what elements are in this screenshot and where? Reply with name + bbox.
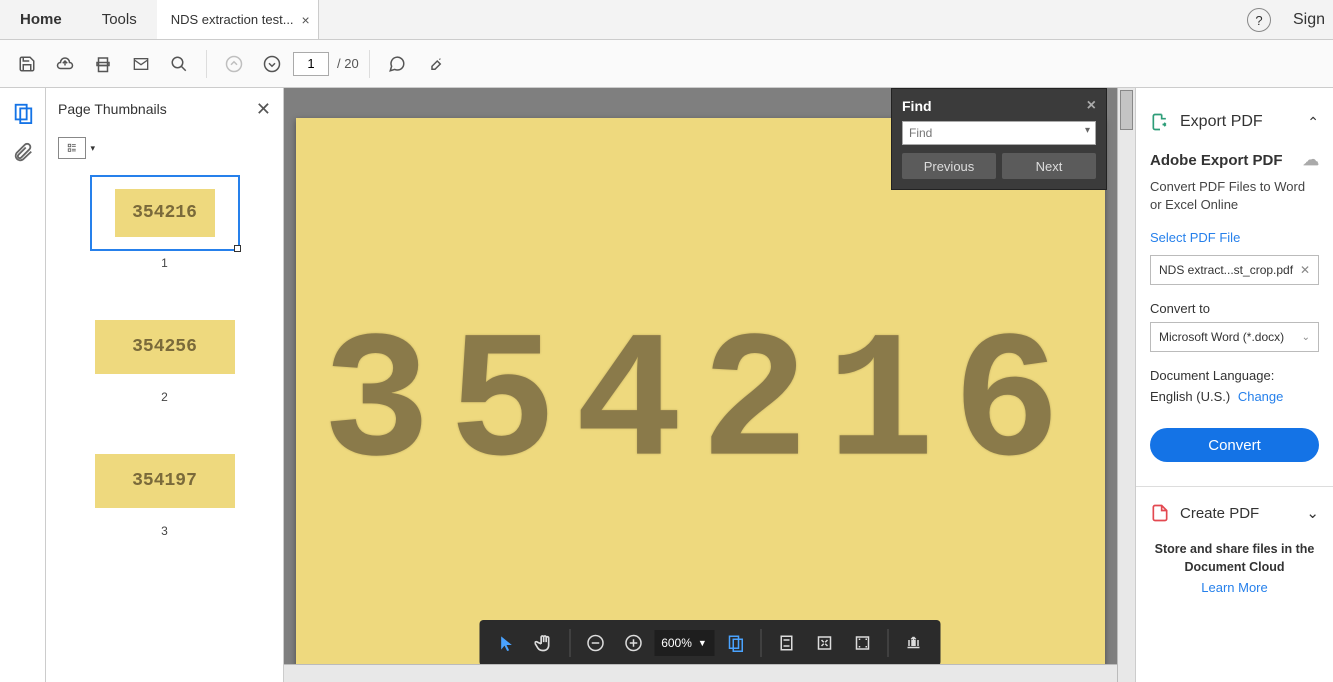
help-icon[interactable]: ? <box>1247 8 1271 32</box>
select-tool-icon[interactable] <box>489 626 523 660</box>
thumbnail-content: 354256 <box>95 320 235 374</box>
tab-document[interactable]: NDS extraction test... × <box>157 0 319 39</box>
thumbnail-number: 1 <box>161 256 168 270</box>
close-find-icon[interactable]: × <box>1087 97 1096 115</box>
tab-document-label: NDS extraction test... <box>171 12 294 27</box>
document-language-value: English (U.S.) <box>1150 389 1230 404</box>
zoom-in-icon[interactable] <box>616 626 650 660</box>
page-content: 354216 <box>296 118 1105 682</box>
clear-file-icon[interactable]: ✕ <box>1300 263 1310 277</box>
close-icon[interactable]: × <box>302 12 310 28</box>
thumbnails-panel: Page Thumbnails ✕ 354216 1 354256 2 3541… <box>46 88 284 682</box>
left-rail <box>0 88 46 682</box>
search-icon[interactable] <box>162 47 196 81</box>
selected-file-name: NDS extract...st_crop.pdf <box>1159 263 1293 277</box>
cloud-upload-icon[interactable] <box>48 47 82 81</box>
learn-more-link[interactable]: Learn More <box>1136 580 1333 601</box>
chevron-down-icon: ⌄ <box>1306 504 1319 522</box>
thumbnail-number: 3 <box>161 524 168 538</box>
tab-home[interactable]: Home <box>0 0 82 39</box>
find-next-button[interactable]: Next <box>1002 153 1096 179</box>
select-pdf-link[interactable]: Select PDF File <box>1150 230 1319 245</box>
thumbnail-content: 354216 <box>115 189 215 237</box>
convert-to-label: Convert to <box>1150 301 1319 316</box>
export-subtitle: Convert PDF Files to Word or Excel Onlin… <box>1150 178 1319 214</box>
thumbnail-number: 2 <box>161 390 168 404</box>
create-pdf-label: Create PDF <box>1180 505 1259 522</box>
zoom-level-select[interactable]: 600%▼ <box>654 630 714 656</box>
change-language-link[interactable]: Change <box>1238 389 1284 404</box>
cloud-icon: ☁ <box>1303 150 1319 170</box>
chevron-down-icon: ⌄ <box>1302 332 1310 343</box>
attachments-rail-icon[interactable] <box>12 142 34 164</box>
read-mode-icon[interactable] <box>896 626 930 660</box>
document-language-label: Document Language: <box>1150 368 1319 383</box>
zoom-fit-icon[interactable] <box>807 626 841 660</box>
thumbnail-list[interactable]: 354216 1 354256 2 354197 3 <box>46 166 283 682</box>
fit-width-icon[interactable] <box>718 626 752 660</box>
find-dialog: Find × Previous Next <box>891 88 1107 190</box>
store-share-text: Store and share files in the Document Cl… <box>1136 523 1333 580</box>
thumbnails-title: Page Thumbnails <box>58 101 167 117</box>
create-pdf-section[interactable]: Create PDF ⌄ <box>1150 503 1319 523</box>
thumbnail-page-3[interactable]: 354197 3 <box>52 444 277 538</box>
page-up-icon[interactable] <box>217 47 251 81</box>
tab-tools[interactable]: Tools <box>82 0 157 39</box>
highlight-icon[interactable] <box>418 47 452 81</box>
zoom-out-icon[interactable] <box>578 626 612 660</box>
find-previous-button[interactable]: Previous <box>902 153 996 179</box>
chevron-up-icon: ⌃ <box>1307 114 1319 131</box>
vertical-scrollbar[interactable] <box>1117 88 1135 682</box>
save-icon[interactable] <box>10 47 44 81</box>
email-icon[interactable] <box>124 47 158 81</box>
page-total-label: / 20 <box>337 56 359 71</box>
convert-to-select[interactable]: Microsoft Word (*.docx) ⌄ <box>1150 322 1319 352</box>
convert-button[interactable]: Convert <box>1150 428 1319 462</box>
tab-bar: Home Tools NDS extraction test... × ? Si… <box>0 0 1333 40</box>
close-thumbnails-icon[interactable]: ✕ <box>256 99 271 120</box>
thumbnail-page-1[interactable]: 354216 1 <box>52 176 277 270</box>
export-pdf-label: Export PDF <box>1180 113 1263 131</box>
toolbar: / 20 <box>0 40 1333 88</box>
thumbnail-page-2[interactable]: 354256 2 <box>52 310 277 404</box>
find-title: Find <box>902 98 932 114</box>
adobe-export-title: Adobe Export PDF <box>1150 152 1283 169</box>
convert-to-value: Microsoft Word (*.docx) <box>1159 330 1284 344</box>
print-icon[interactable] <box>86 47 120 81</box>
selected-file-field[interactable]: NDS extract...st_crop.pdf ✕ <box>1150 255 1319 285</box>
page-number-input[interactable] <box>293 52 329 76</box>
fullscreen-icon[interactable] <box>845 626 879 660</box>
document-view[interactable]: 354216 Find × Previous Next 600%▼ <box>284 88 1135 682</box>
floating-toolbar: 600%▼ <box>479 620 940 666</box>
tools-panel: Export PDF ⌃ Adobe Export PDF ☁ Convert … <box>1135 88 1333 682</box>
comment-icon[interactable] <box>380 47 414 81</box>
thumbnail-options-button[interactable] <box>58 137 86 159</box>
thumbnails-rail-icon[interactable] <box>12 102 34 124</box>
horizontal-scrollbar[interactable] <box>284 664 1117 682</box>
page-text: 354216 <box>322 305 1078 509</box>
find-input[interactable] <box>902 121 1096 145</box>
thumbnail-content: 354197 <box>95 454 235 508</box>
export-pdf-section[interactable]: Export PDF ⌃ <box>1150 112 1319 132</box>
sign-in-button[interactable]: Sign <box>1285 0 1333 39</box>
page-down-icon[interactable] <box>255 47 289 81</box>
fit-page-icon[interactable] <box>769 626 803 660</box>
hand-tool-icon[interactable] <box>527 626 561 660</box>
